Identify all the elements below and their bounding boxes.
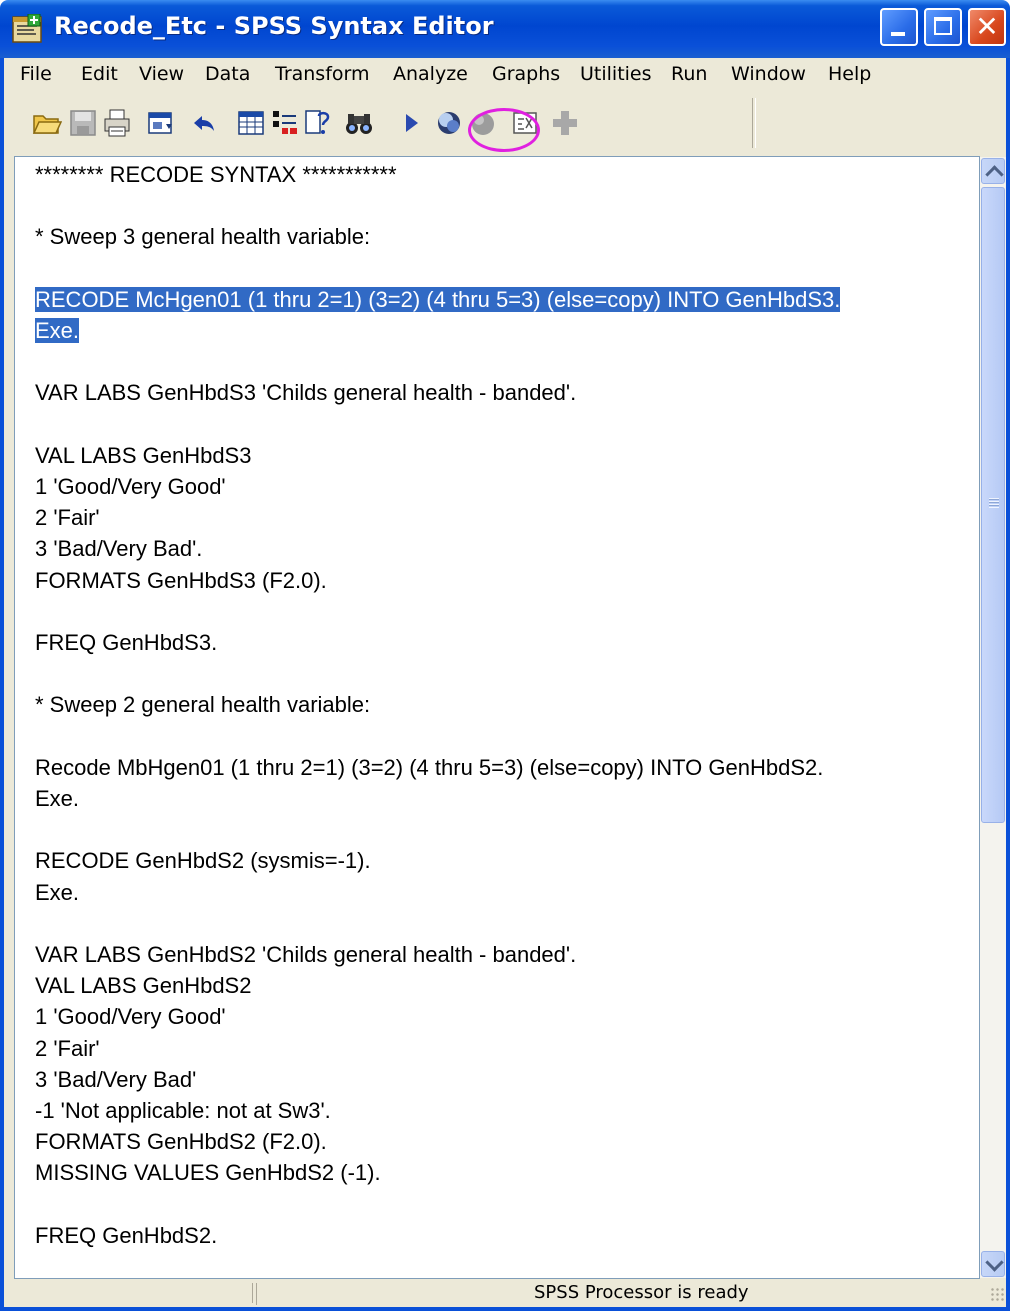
help-topics-icon[interactable]: [302, 108, 332, 138]
find-icon[interactable]: [344, 108, 374, 138]
vertical-scrollbar[interactable]: [980, 157, 1006, 1278]
code-line-text: 2 'Fair': [35, 505, 100, 531]
code-line[interactable]: ******** RECODE SYNTAX ***********: [35, 159, 397, 190]
close-button[interactable]: ✕: [968, 8, 1006, 46]
open-folder-icon[interactable]: [32, 108, 62, 138]
code-line-text: 1 'Good/Very Good': [35, 474, 226, 499]
code-line-text: -1 'Not applicable: not at Sw3'.: [35, 1098, 331, 1123]
add-icon[interactable]: [550, 108, 580, 138]
code-line-text: ******** RECODE SYNTAX ***********: [35, 162, 397, 187]
code-line-text: VAL LABS GenHbdS2: [35, 973, 252, 999]
code-line-text: * Sweep 2 general health variable:: [35, 692, 371, 718]
code-line[interactable]: 2 'Fair': [35, 1033, 100, 1064]
menu-graphs[interactable]: Graphs: [492, 63, 560, 85]
menu-bar: File Edit View Data Transform Analyze Gr…: [0, 58, 1010, 92]
code-line[interactable]: VAL LABS GenHbdS3: [35, 440, 251, 471]
code-line[interactable]: RECODE McHgen01 (1 thru 2=1) (3=2) (4 th…: [35, 284, 841, 315]
code-line[interactable]: Exe.: [35, 783, 79, 814]
code-line-text: FREQ GenHbdS3.: [35, 630, 218, 655]
code-line[interactable]: -1 'Not applicable: not at Sw3'.: [35, 1095, 331, 1126]
code-line-text: FORMATS GenHbdS2 (F2.0).: [35, 1129, 327, 1155]
dialog-recall-icon[interactable]: [146, 108, 176, 138]
use-sets-icon[interactable]: [434, 108, 464, 138]
code-line[interactable]: VAL LABS GenHbdS2: [35, 970, 251, 1001]
resize-grip-icon[interactable]: [990, 1287, 1006, 1303]
syntax-help-icon[interactable]: [510, 108, 540, 138]
code-line-text: * Sweep 3 general health variable:: [35, 224, 371, 250]
code-line[interactable]: 2 'Fair': [35, 502, 100, 533]
code-line[interactable]: Recode MbHgen01 (1 thru 2=1) (3=2) (4 th…: [35, 752, 823, 783]
code-line[interactable]: MISSING VALUES GenHbdS2 (-1).: [35, 1157, 381, 1188]
scroll-thumb[interactable]: [981, 187, 1005, 823]
code-line-text: Exe.: [35, 318, 80, 343]
syntax-editor[interactable]: ******** RECODE SYNTAX *********** * Swee…: [14, 156, 980, 1279]
menu-help[interactable]: Help: [828, 63, 871, 85]
code-line-text: MISSING VALUES GenHbdS2 (-1).: [35, 1160, 381, 1186]
menu-data[interactable]: Data: [205, 63, 250, 85]
save-icon[interactable]: [68, 108, 98, 138]
menu-file[interactable]: File: [20, 63, 52, 85]
code-line-text: FREQ GenHbdS2.: [35, 1222, 218, 1248]
code-line-text: Exe.: [35, 786, 80, 811]
code-line[interactable]: VAR LABS GenHbdS2 'Childs general health…: [35, 939, 576, 970]
chevron-up-icon: [985, 165, 1004, 184]
window-title: Recode_Etc - SPSS Syntax Editor: [54, 12, 494, 40]
close-icon: ✕: [975, 10, 999, 43]
undo-icon[interactable]: [190, 108, 220, 138]
menu-edit[interactable]: Edit: [81, 63, 118, 85]
menu-analyze[interactable]: Analyze: [393, 63, 468, 85]
chevron-down-icon: [985, 1253, 1004, 1272]
code-line-text: 1 'Good/Very Good': [35, 1004, 226, 1030]
code-line-text: VAR LABS GenHbdS3 'Childs general health…: [35, 380, 577, 406]
code-line[interactable]: 1 'Good/Very Good': [35, 1001, 226, 1032]
minimize-button[interactable]: [880, 8, 918, 46]
menu-utilities[interactable]: Utilities: [580, 63, 652, 85]
code-line-text: RECODE GenHbdS2 (sysmis=-1).: [35, 848, 371, 874]
code-line[interactable]: * Sweep 2 general health variable:: [35, 689, 370, 720]
toolbar: [0, 92, 1010, 156]
menu-window[interactable]: Window: [731, 63, 806, 85]
code-line[interactable]: 3 'Bad/Very Bad'.: [35, 533, 202, 564]
code-line-text: 3 'Bad/Very Bad'.: [35, 536, 203, 562]
code-line[interactable]: Exe.: [35, 315, 80, 346]
menu-run[interactable]: Run: [671, 63, 707, 85]
code-line[interactable]: FREQ GenHbdS3.: [35, 627, 217, 658]
grip-icon: [989, 498, 999, 508]
code-line-text: Exe.: [35, 879, 80, 905]
code-line-text: RECODE McHgen01 (1 thru 2=1) (3=2) (4 th…: [35, 286, 841, 312]
code-line[interactable]: RECODE GenHbdS2 (sysmis=-1).: [35, 845, 371, 876]
scroll-down-button[interactable]: [981, 1251, 1005, 1277]
code-line[interactable]: VAR LABS GenHbdS3 'Childs general health…: [35, 377, 576, 408]
print-icon[interactable]: [102, 108, 132, 138]
status-bar: SPSS Processor is ready: [0, 1279, 1010, 1311]
show-all-variables-icon[interactable]: [468, 108, 498, 138]
status-text: SPSS Processor is ready: [534, 1282, 749, 1303]
code-line[interactable]: FORMATS GenHbdS3 (F2.0).: [35, 565, 327, 596]
maximize-icon: [934, 17, 952, 35]
code-line-text: VAR LABS GenHbdS2 'Childs general health…: [35, 942, 577, 967]
goto-data-icon[interactable]: [236, 108, 266, 138]
menu-view[interactable]: View: [139, 63, 184, 85]
code-line-text: VAL LABS GenHbdS3: [35, 442, 252, 468]
minimize-icon: [891, 32, 905, 36]
maximize-button[interactable]: [924, 8, 962, 46]
code-line[interactable]: 1 'Good/Very Good': [35, 471, 226, 502]
scroll-up-button[interactable]: [981, 158, 1005, 184]
code-line[interactable]: Exe.: [35, 877, 79, 908]
code-line-text: 3 'Bad/Very Bad': [35, 1066, 197, 1092]
code-line-text: Recode MbHgen01 (1 thru 2=1) (3=2) (4 th…: [35, 754, 824, 780]
code-line[interactable]: 3 'Bad/Very Bad': [35, 1064, 196, 1095]
status-pane-left: [22, 1283, 253, 1303]
code-line[interactable]: FREQ GenHbdS2.: [35, 1220, 217, 1251]
variables-icon[interactable]: [270, 108, 300, 138]
code-line[interactable]: * Sweep 3 general health variable:: [35, 221, 370, 252]
toolbar-separator: [752, 98, 756, 148]
title-bar: Recode_Etc - SPSS Syntax Editor ✕: [0, 0, 1010, 58]
menu-transform[interactable]: Transform: [275, 63, 370, 85]
spss-syntax-app-icon[interactable]: [12, 14, 44, 44]
code-line-text: FORMATS GenHbdS3 (F2.0).: [35, 567, 327, 593]
code-line[interactable]: FORMATS GenHbdS2 (F2.0).: [35, 1126, 327, 1157]
run-icon[interactable]: [396, 108, 426, 138]
code-line-text: 2 'Fair': [35, 1035, 100, 1061]
